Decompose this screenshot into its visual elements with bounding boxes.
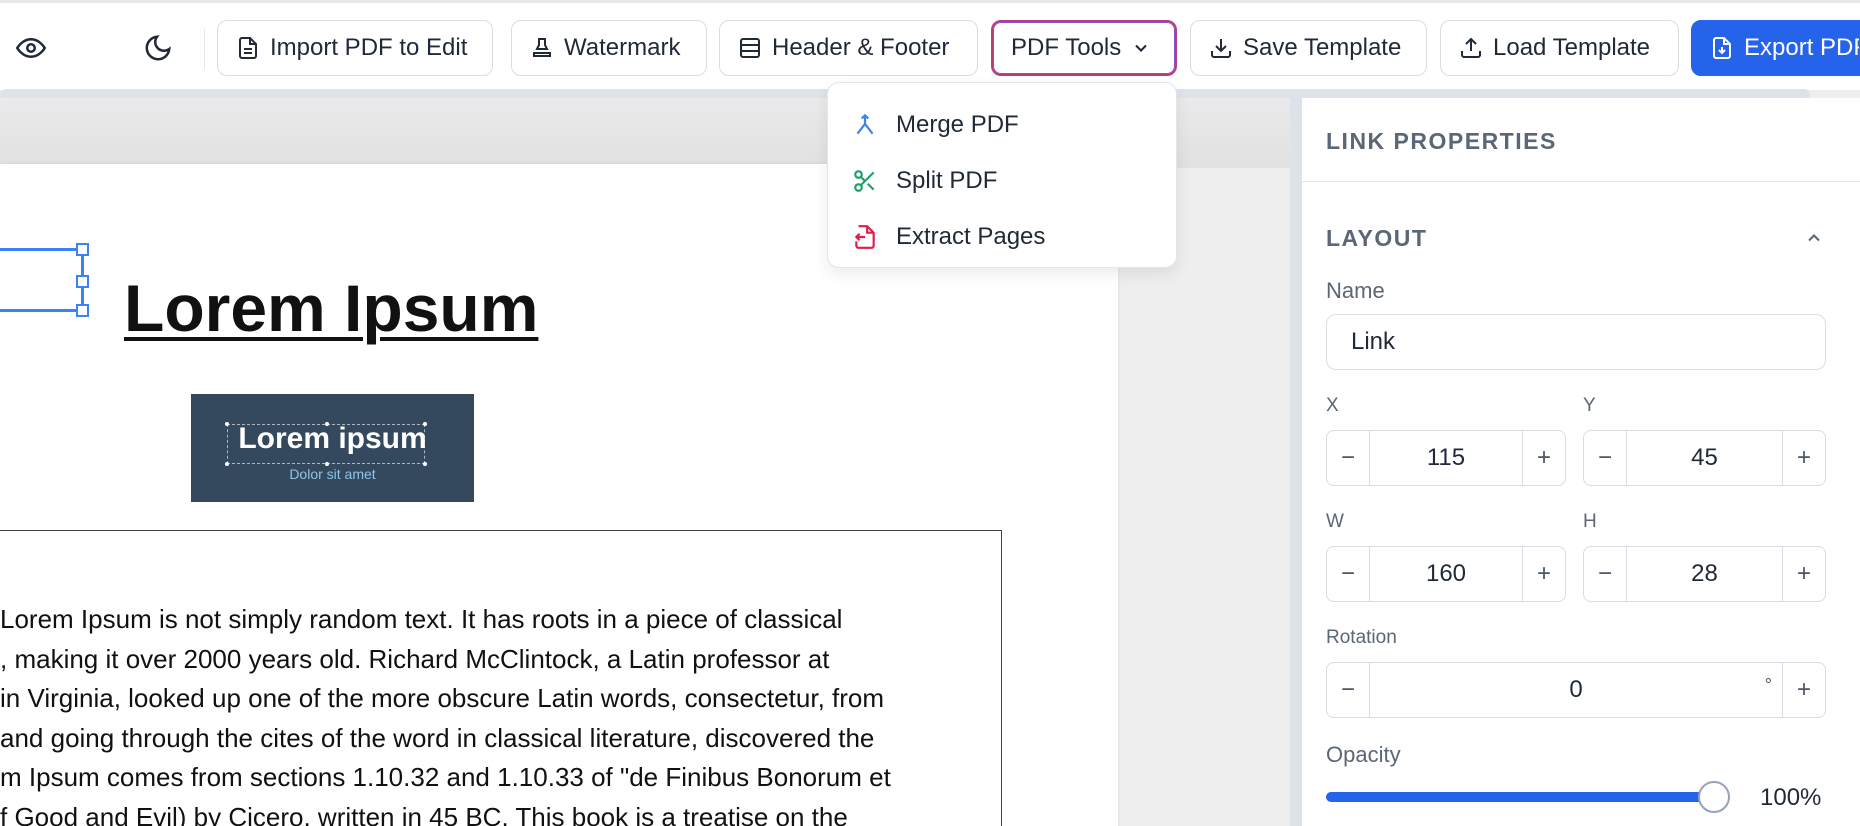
- rotation-decrement-button[interactable]: −: [1327, 663, 1369, 717]
- eye-icon[interactable]: [14, 31, 48, 65]
- chevron-up-icon[interactable]: [1800, 224, 1828, 252]
- toolbar-divider: [204, 29, 205, 69]
- export-pdf-label: Export PDF: [1744, 34, 1860, 61]
- panel-title: LINK PROPERTIES: [1326, 128, 1557, 154]
- body-line: Lorem Ipsum is not simply random text. I…: [0, 604, 843, 634]
- load-template-label: Load Template: [1493, 34, 1651, 61]
- watermark-button[interactable]: Watermark: [511, 20, 707, 76]
- body-line: f Good and Evil) by Cicero, written in 4…: [0, 801, 848, 826]
- opacity-slider[interactable]: [1326, 781, 1730, 813]
- x-stepper: − 115 +: [1326, 430, 1566, 486]
- header-footer-button[interactable]: Header & Footer: [719, 20, 978, 76]
- rotation-increment-button[interactable]: +: [1783, 663, 1825, 717]
- menu-item-split-pdf[interactable]: Split PDF: [828, 153, 1176, 209]
- rotation-unit: °: [1764, 675, 1772, 695]
- y-input[interactable]: 45: [1626, 431, 1783, 485]
- pdf-tools-button[interactable]: PDF Tools: [991, 20, 1177, 76]
- opacity-value: 100%: [1760, 784, 1822, 811]
- y-decrement-button[interactable]: −: [1584, 431, 1626, 485]
- opacity-label: Opacity: [1326, 742, 1401, 767]
- file-export-icon: [1713, 37, 1731, 59]
- import-pdf-button[interactable]: Import PDF to Edit: [217, 20, 493, 76]
- w-label: W: [1326, 511, 1344, 532]
- y-stepper: − 45 +: [1583, 430, 1826, 486]
- header-footer-label: Header & Footer: [772, 34, 950, 61]
- chevron-down-icon: [1135, 44, 1148, 52]
- rotation-label: Rotation: [1326, 627, 1397, 648]
- w-stepper: − 160 +: [1326, 546, 1566, 602]
- name-field[interactable]: Link: [1326, 314, 1826, 370]
- layout-icon: [740, 38, 760, 58]
- merge-icon: [856, 113, 874, 135]
- download-icon: [1211, 39, 1231, 58]
- name-label: Name: [1326, 278, 1385, 303]
- x-decrement-button[interactable]: −: [1327, 431, 1369, 485]
- rotation-stepper: − 0 ° +: [1326, 662, 1826, 718]
- panel-header: LINK PROPERTIES: [1302, 98, 1860, 182]
- rotation-value: 0: [1569, 676, 1583, 703]
- h-increment-button[interactable]: +: [1783, 547, 1825, 601]
- w-decrement-button[interactable]: −: [1327, 547, 1369, 601]
- moon-icon[interactable]: [141, 31, 175, 65]
- toolbar: Import PDF to Edit Watermark Header & Fo…: [0, 0, 1860, 101]
- save-template-label: Save Template: [1243, 34, 1402, 61]
- opacity-slider-thumb[interactable]: [1698, 781, 1730, 813]
- document-title[interactable]: Lorem Ipsum: [124, 270, 538, 346]
- h-label: H: [1583, 511, 1597, 532]
- menu-item-label: Merge PDF: [896, 111, 1019, 138]
- logo-subtitle: Dolor sit amet: [289, 466, 376, 482]
- w-input[interactable]: 160: [1369, 547, 1523, 601]
- y-increment-button[interactable]: +: [1783, 431, 1825, 485]
- body-line: in Virginia, looked up one of the more o…: [0, 683, 885, 713]
- resize-handle[interactable]: [76, 275, 89, 288]
- opacity-slider-fill: [1326, 792, 1714, 802]
- body-line: and going through the cites of the word …: [0, 722, 875, 753]
- y-label: Y: [1583, 395, 1596, 416]
- menu-item-merge-pdf[interactable]: Merge PDF: [828, 97, 1176, 153]
- x-increment-button[interactable]: +: [1523, 431, 1565, 485]
- load-template-button[interactable]: Load Template: [1440, 20, 1679, 76]
- pdf-tools-menu: Merge PDF Split PDF Extract Pages: [827, 82, 1177, 268]
- watermark-label: Watermark: [564, 34, 681, 61]
- resize-handle[interactable]: [76, 304, 89, 317]
- h-decrement-button[interactable]: −: [1584, 547, 1626, 601]
- resize-handle[interactable]: [76, 243, 89, 256]
- link-properties-panel: LINK PROPERTIES LAYOUT Name Link X − 115…: [1302, 98, 1860, 826]
- layout-section-title[interactable]: LAYOUT: [1326, 225, 1427, 252]
- pdf-tools-label: PDF Tools: [1011, 34, 1122, 61]
- export-pdf-button[interactable]: Export PDF: [1691, 20, 1860, 76]
- upload-icon: [1461, 37, 1481, 58]
- file-text-icon: [239, 37, 257, 59]
- import-pdf-label: Import PDF to Edit: [270, 34, 468, 61]
- logo-image[interactable]: Lorem ipsum Dolor sit amet: [191, 394, 474, 502]
- menu-item-label: Split PDF: [896, 167, 998, 194]
- panel-resizer[interactable]: [1290, 98, 1302, 826]
- save-template-button[interactable]: Save Template: [1190, 20, 1427, 76]
- stamp-icon: [533, 38, 551, 57]
- body-line: , making it over 2000 years old. Richard…: [0, 643, 830, 674]
- h-input[interactable]: 28: [1626, 547, 1783, 601]
- menu-item-extract-pages[interactable]: Extract Pages: [828, 209, 1176, 265]
- x-input[interactable]: 115: [1369, 431, 1523, 485]
- w-increment-button[interactable]: +: [1523, 547, 1565, 601]
- logo-title: Lorem ipsum: [238, 422, 427, 455]
- body-paragraph[interactable]: Lorem Ipsum is not simply random text. I…: [0, 600, 1000, 826]
- h-stepper: − 28 +: [1583, 546, 1826, 602]
- rotation-input[interactable]: 0 °: [1369, 663, 1783, 717]
- selected-link-element[interactable]: [0, 243, 89, 317]
- body-line: m Ipsum comes from sections 1.10.32 and …: [0, 762, 891, 792]
- scissors-icon: [854, 170, 875, 192]
- x-label: X: [1326, 395, 1339, 416]
- file-extract-icon: [854, 225, 875, 249]
- menu-item-label: Extract Pages: [896, 223, 1046, 250]
